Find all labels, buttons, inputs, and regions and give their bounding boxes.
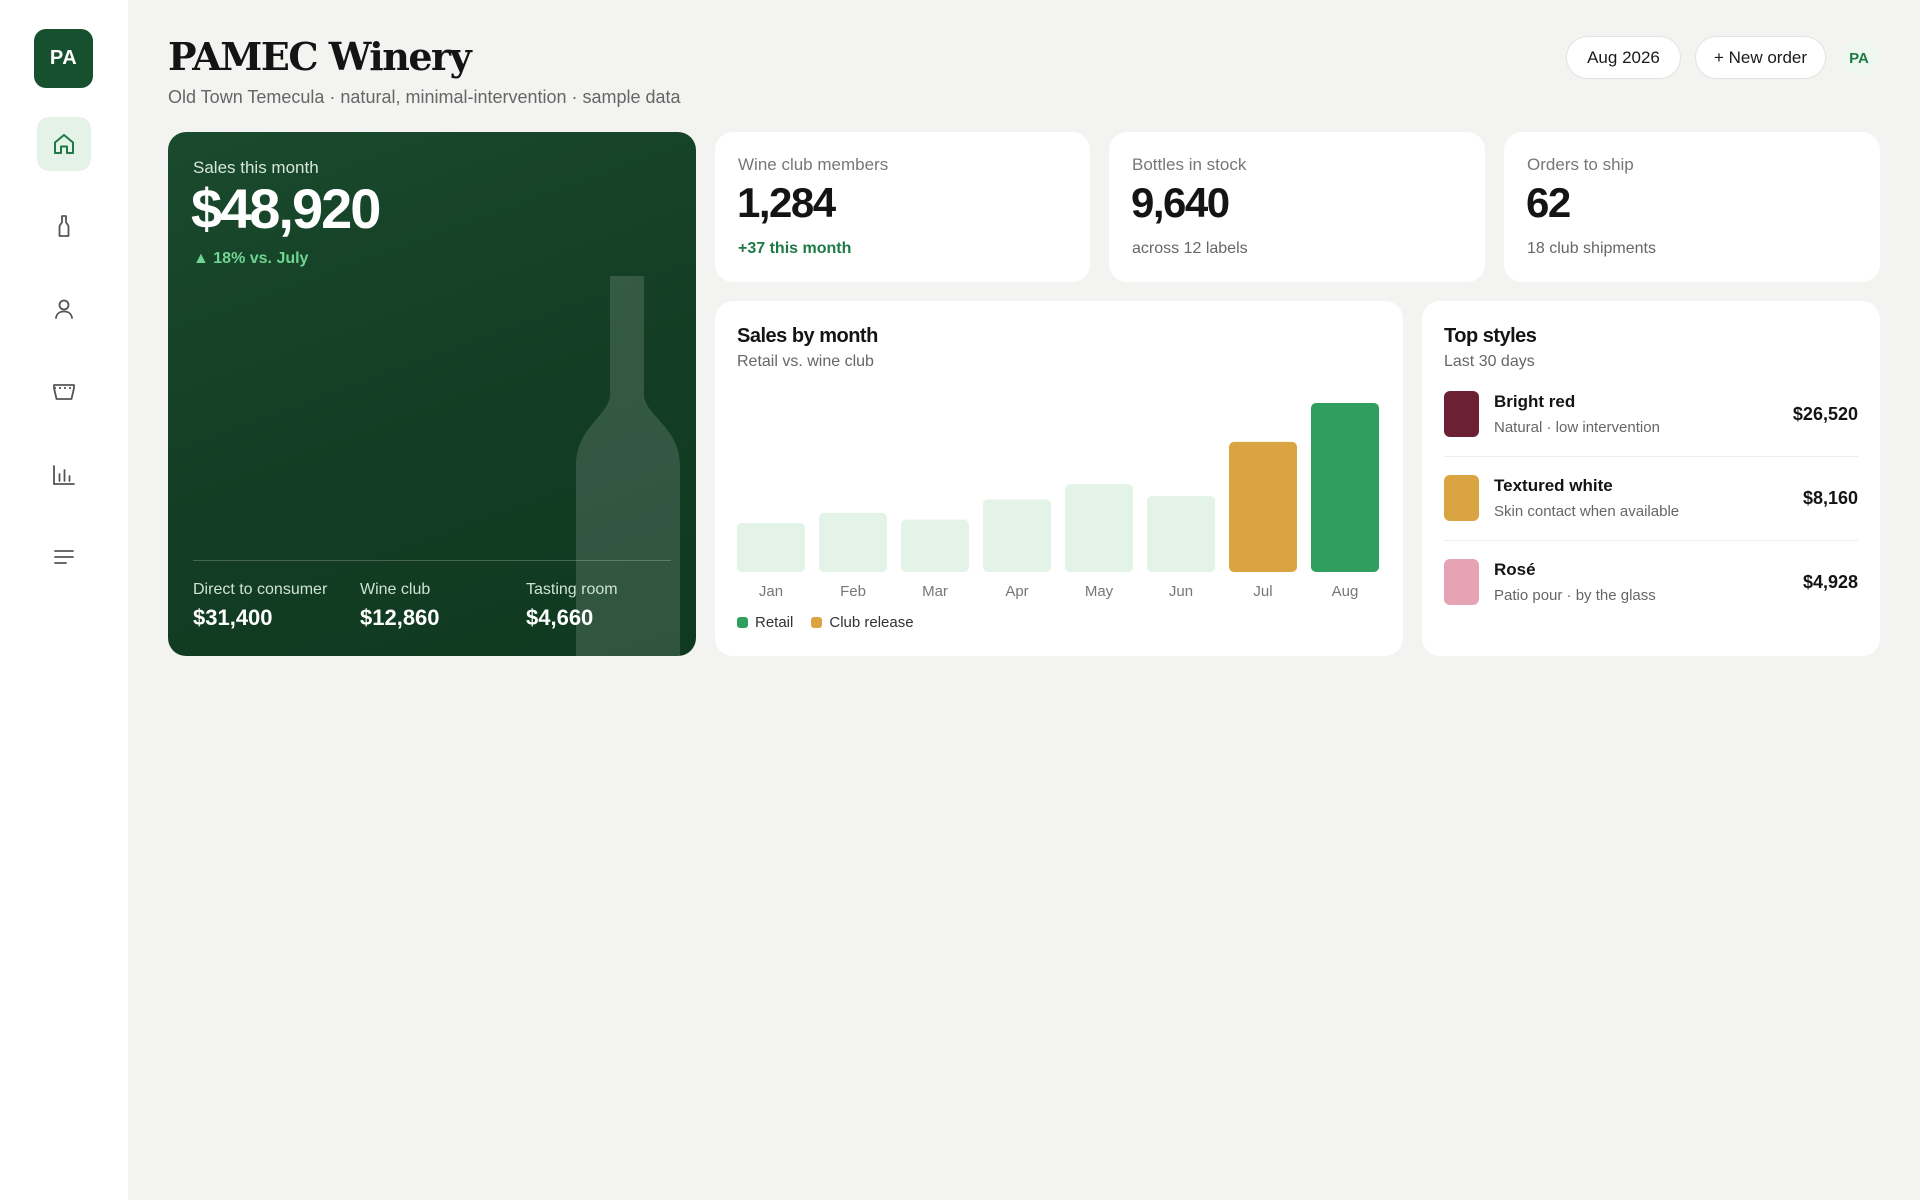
logo[interactable]: PA [34,29,93,88]
hero-stat-label: Tasting room [526,581,618,598]
kpi-card-orders[interactable]: Orders to ship 62 18 club shipments [1504,132,1880,282]
avatar[interactable]: PA [1841,40,1877,76]
kpi-value: 62 [1526,179,1571,226]
style-name: Rosé [1494,560,1536,579]
bottle-icon [58,215,70,237]
bar-jan[interactable] [737,522,805,572]
bar-feb[interactable] [819,512,887,572]
kpi-card-club-members[interactable]: Wine club members 1,284 +37 this month [715,132,1090,282]
bar-apr[interactable] [983,499,1051,572]
legend-swatch [737,617,748,628]
month-picker-button[interactable]: Aug 2026 [1566,36,1681,79]
bar-chart-icon [53,465,75,485]
legend-swatch [811,617,823,628]
legend-item-club-release: Club release [811,614,914,631]
style-name: Bright red [1494,392,1576,411]
hero-stat-tasting: Tasting room $4,660 [526,581,618,631]
tick-label-jul: Jul [1253,583,1272,600]
hero-value: $48,920 [191,177,381,240]
bar-jul[interactable] [1229,441,1297,572]
style-row-rose[interactable]: Rosé Patio pour · by the glass $4,928 [1444,559,1858,643]
kpi-value: 9,640 [1131,179,1230,226]
top-styles-title: Top styles [1444,325,1537,347]
style-name: Textured white [1494,476,1613,495]
top-styles-card: Top styles Last 30 days Bright red Natur… [1422,301,1880,656]
bar-may[interactable] [1065,484,1133,572]
style-row-bright-red[interactable]: Bright red Natural · low intervention $2… [1444,391,1858,475]
hero-delta: ▲ 18% vs. July [193,250,309,267]
bar-mar[interactable] [901,519,969,572]
style-swatch [1444,391,1479,437]
style-desc: Natural · low intervention [1494,419,1660,436]
sidebar-item-wines[interactable] [37,199,91,253]
tick-label-jun: Jun [1169,583,1193,600]
divider [1444,540,1858,541]
bar-aug[interactable] [1311,403,1379,572]
style-row-textured-white[interactable]: Textured white Skin contact when availab… [1444,475,1858,559]
chart-legend: Retail Club release [737,614,914,631]
hero-stat-value: $12,860 [360,605,440,630]
tick-label-feb: Feb [840,583,866,600]
page-subtitle: Old Town Temecula · natural, minimal-int… [168,87,681,107]
sidebar-item-orders[interactable] [37,365,91,419]
kpi-label: Bottles in stock [1132,155,1247,174]
sales-this-month-card: Sales this month $48,920 ▲ 18% vs. July … [168,132,696,656]
sidebar-item-home[interactable] [37,117,91,171]
divider [1444,456,1858,457]
sales-by-month-card: Sales by month Retail vs. wine club Jan F… [715,301,1403,656]
tick-label-may: May [1085,583,1114,600]
bar-jun[interactable] [1147,495,1215,572]
hero-label: Sales this month [193,158,319,177]
tick-label-apr: Apr [1005,583,1028,600]
style-desc: Skin contact when available [1494,503,1680,520]
user-icon [55,299,73,319]
style-amount: $26,520 [1792,404,1858,424]
hero-stat-club: Wine club $12,860 [360,581,440,631]
sidebar-item-members[interactable] [37,282,91,336]
tick-label-mar: Mar [922,583,948,600]
home-icon [54,134,74,154]
kpi-sub: +37 this month [738,240,852,257]
sidebar: PA [0,0,128,1200]
kpi-sub: across 12 labels [1132,240,1248,257]
hero-divider [193,560,671,561]
hero-stat-value: $31,400 [193,605,273,630]
legend-label: Club release [829,614,914,631]
style-amount: $4,928 [1802,572,1858,592]
menu-icon [54,550,74,564]
sidebar-item-menu[interactable] [37,530,91,584]
style-desc: Patio pour · by the glass [1494,587,1656,604]
hero-stat-label: Direct to consumer [193,581,328,598]
kpi-label: Wine club members [738,155,889,174]
sales-bar-chart: Jan Feb Mar Apr May Jun Jul Aug [737,403,1379,600]
kpi-card-bottles[interactable]: Bottles in stock 9,640 across 12 labels [1109,132,1485,282]
kpi-value: 1,284 [737,179,836,226]
page-title: PAMEC Winery [168,34,472,79]
style-swatch [1444,475,1479,521]
kpi-label: Orders to ship [1527,155,1634,174]
new-order-button[interactable]: + New order [1695,36,1826,79]
style-amount: $8,160 [1802,488,1858,508]
hero-stat-direct: Direct to consumer $31,400 [193,581,327,631]
hero-stat-value: $4,660 [526,605,594,630]
style-swatch [1444,559,1479,605]
kpi-sub: 18 club shipments [1527,240,1656,257]
legend-item-retail: Retail [737,614,793,631]
tick-label-aug: Aug [1332,583,1359,600]
basket-icon [53,384,75,400]
top-styles-subtitle: Last 30 days [1444,353,1535,370]
hero-stat-label: Wine club [360,581,431,598]
sidebar-item-reports[interactable] [37,448,91,502]
tick-label-jan: Jan [759,583,783,600]
legend-label: Retail [755,614,794,631]
